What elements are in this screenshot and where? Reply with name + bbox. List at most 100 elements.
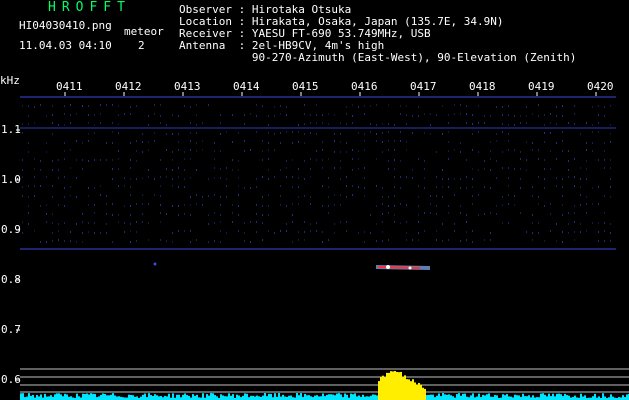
noise-dot: [538, 196, 539, 198]
noise-dot: [508, 124, 509, 126]
meter-noise-bar: [48, 396, 50, 400]
noise-dot: [52, 240, 53, 242]
noise-dot: [502, 222, 503, 224]
noise-dot: [568, 223, 569, 225]
noise-dot: [262, 159, 263, 161]
meter-noise-bar: [210, 393, 212, 400]
noise-dot: [226, 232, 227, 234]
noise-dot: [184, 213, 185, 215]
noise-dot: [220, 114, 221, 116]
noise-dot: [124, 113, 125, 115]
noise-dot: [364, 241, 365, 243]
noise-dot: [88, 140, 89, 142]
noise-dot: [142, 151, 143, 153]
meter-noise-bar: [100, 394, 102, 400]
noise-dot: [46, 213, 47, 215]
noise-dot: [220, 230, 221, 232]
noise-dot: [388, 131, 389, 133]
noise-dot: [298, 141, 299, 143]
noise-dot: [142, 213, 143, 215]
noise-dot: [118, 132, 119, 134]
noise-dot: [430, 113, 431, 115]
noise-dot: [268, 132, 269, 134]
noise-dot: [256, 115, 257, 117]
meter-burst-bar: [424, 388, 426, 400]
noise-dot: [262, 222, 263, 224]
noise-dot: [220, 122, 221, 124]
noise-dot: [484, 122, 485, 124]
noise-dot: [118, 185, 119, 187]
noise-dot: [604, 240, 605, 242]
noise-dot: [508, 194, 509, 196]
noise-dot: [436, 239, 437, 241]
tick-layer: [16, 92, 597, 381]
noise-dot: [550, 132, 551, 134]
noise-dot: [406, 239, 407, 241]
noise-dot: [586, 149, 587, 151]
noise-dot: [364, 187, 365, 189]
noise-dot: [268, 194, 269, 196]
noise-dot: [172, 159, 173, 161]
noise-dot: [298, 239, 299, 241]
noise-dot: [376, 185, 377, 187]
meter-noise-bar: [178, 394, 180, 400]
meter-noise-bar: [550, 396, 552, 400]
noise-dot: [508, 140, 509, 142]
noise-dot: [568, 150, 569, 152]
meter-noise-bar: [38, 396, 40, 400]
meter-noise-bar: [184, 393, 186, 400]
noise-dot: [490, 158, 491, 160]
noise-dot: [604, 230, 605, 232]
meter-noise-bar: [64, 393, 66, 400]
noise-dot: [238, 230, 239, 232]
noise-dot: [574, 239, 575, 241]
noise-dot: [346, 123, 347, 125]
noise-dot: [112, 168, 113, 170]
noise-dot: [34, 185, 35, 187]
noise-dot: [436, 176, 437, 178]
meter-noise-bar: [484, 395, 486, 400]
noise-dot: [340, 141, 341, 143]
noise-dot: [520, 212, 521, 214]
noise-dot: [142, 177, 143, 179]
meter-noise-bar: [458, 393, 460, 400]
noise-dot: [568, 169, 569, 171]
meter-burst-bar: [392, 371, 394, 400]
noise-dot: [70, 231, 71, 233]
noise-dot: [592, 106, 593, 108]
noise-dot: [88, 204, 89, 206]
noise-dot: [322, 231, 323, 233]
noise-dot: [184, 186, 185, 188]
meter-burst-bar: [402, 376, 404, 400]
noise-dot: [160, 176, 161, 178]
noise-dot: [394, 195, 395, 197]
meter-noise-bar: [104, 394, 106, 400]
meter-noise-bar: [130, 394, 132, 400]
noise-dot: [166, 149, 167, 151]
noise-dot: [184, 151, 185, 153]
noise-dot: [340, 160, 341, 162]
noise-dot: [52, 222, 53, 224]
noise-dot: [58, 230, 59, 232]
noise-dot: [454, 113, 455, 115]
noise-dot: [466, 187, 467, 189]
noise-dot: [382, 151, 383, 153]
noise-dot: [376, 124, 377, 126]
noise-dot: [520, 187, 521, 189]
noise-dot: [46, 176, 47, 178]
noise-dot: [28, 212, 29, 214]
noise-dot: [544, 205, 545, 207]
noise-dot: [268, 169, 269, 171]
meter-noise-bar: [36, 395, 38, 400]
noise-dot: [430, 124, 431, 126]
noise-dot: [556, 240, 557, 242]
meter-noise-bar: [194, 395, 196, 400]
noise-dot: [388, 140, 389, 142]
noise-dot: [466, 159, 467, 161]
noise-dot: [478, 214, 479, 216]
noise-dot: [592, 222, 593, 224]
meter-noise-bar: [552, 393, 554, 400]
noise-dot: [556, 142, 557, 144]
noise-dot: [574, 105, 575, 107]
noise-dot: [166, 133, 167, 135]
